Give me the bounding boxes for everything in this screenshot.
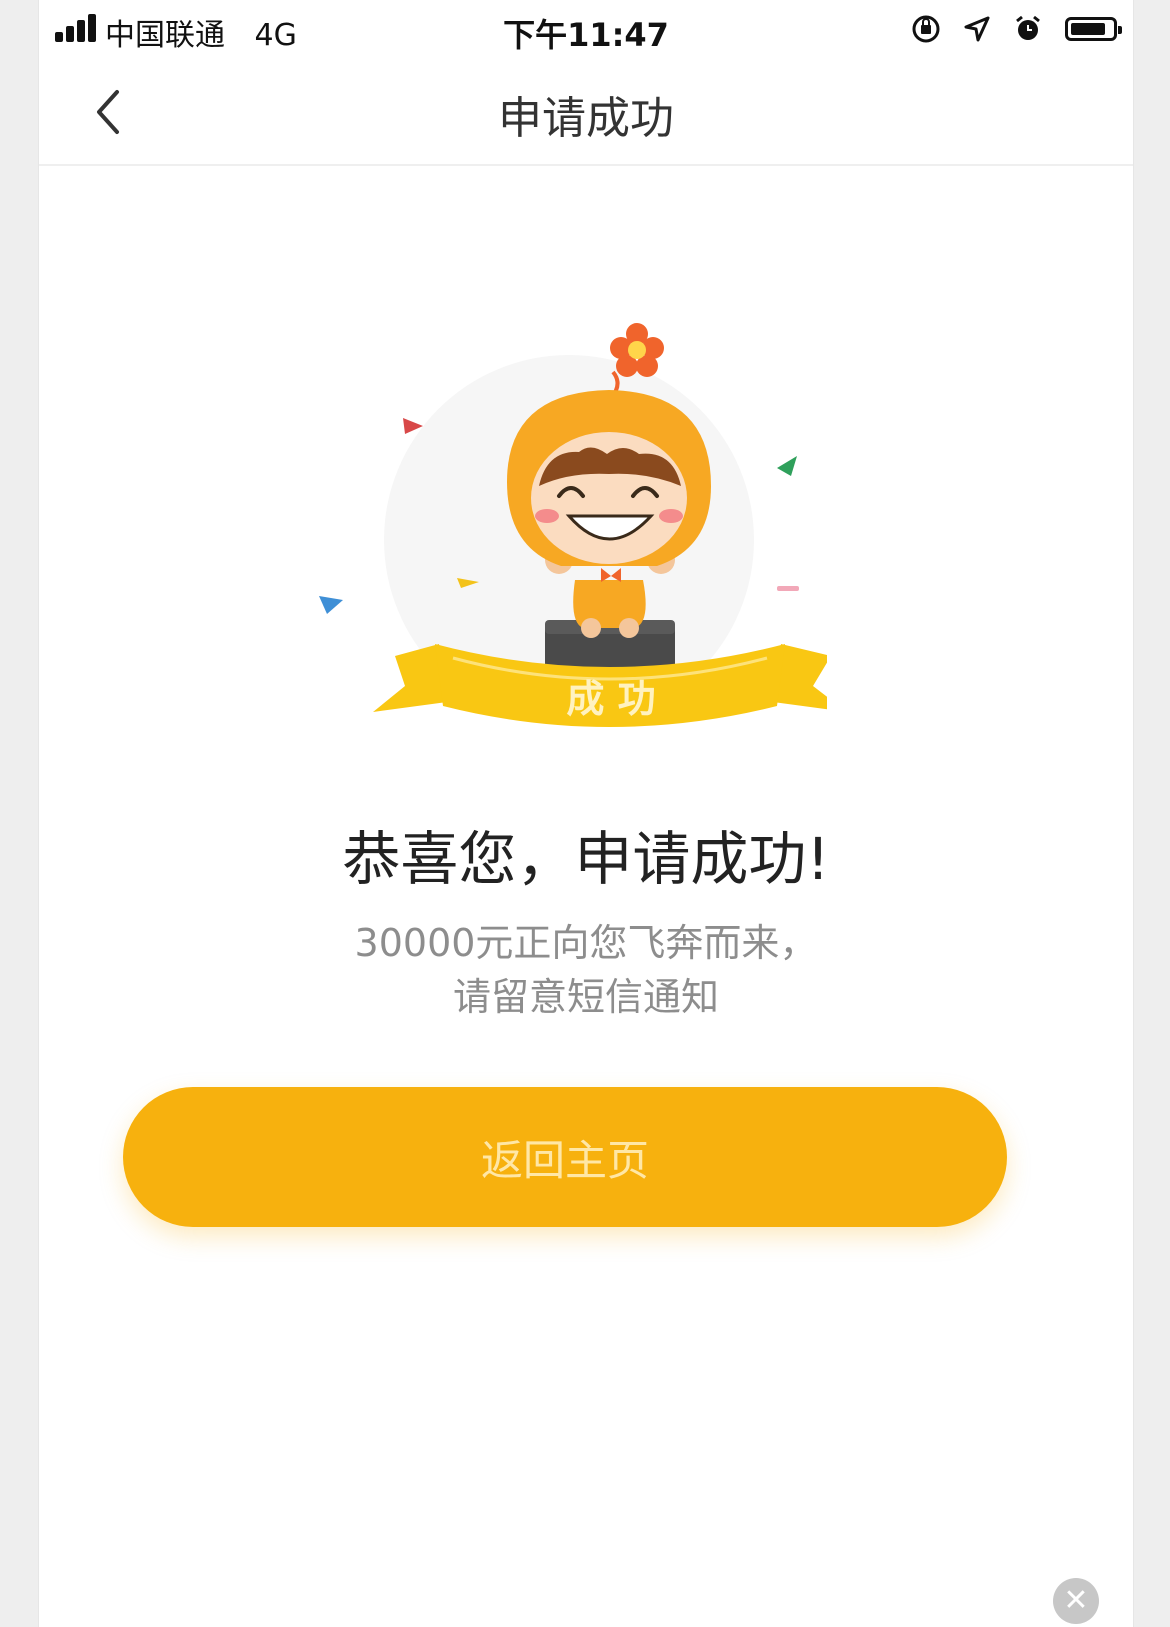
orientation-lock-icon <box>912 15 940 43</box>
battery-icon <box>1065 17 1122 41</box>
page-title: 申请成功 <box>498 93 674 144</box>
status-icons <box>911 12 1122 46</box>
nav-bar: 申请成功 <box>39 60 1133 166</box>
success-banner-text: 成 功 <box>566 677 655 721</box>
alarm-icon <box>1016 15 1040 40</box>
success-mascot-illustration: 成 功 <box>319 323 827 727</box>
phone-screen: 中国联通 4G 下午11:47 申请成功 成 功 恭喜您，申请成功! 30000… <box>38 0 1134 1627</box>
close-icon[interactable]: ✕ <box>1053 1578 1099 1624</box>
status-bar: 中国联通 4G 下午11:47 <box>39 0 1133 60</box>
location-icon <box>964 16 990 42</box>
success-headline: 恭喜您，申请成功! <box>342 825 830 893</box>
return-home-button[interactable]: 返回主页 <box>123 1087 1007 1227</box>
sms-notice: 请留意短信通知 <box>452 975 719 1019</box>
amount-message: 30000元正向您飞奔而来， <box>354 921 818 965</box>
